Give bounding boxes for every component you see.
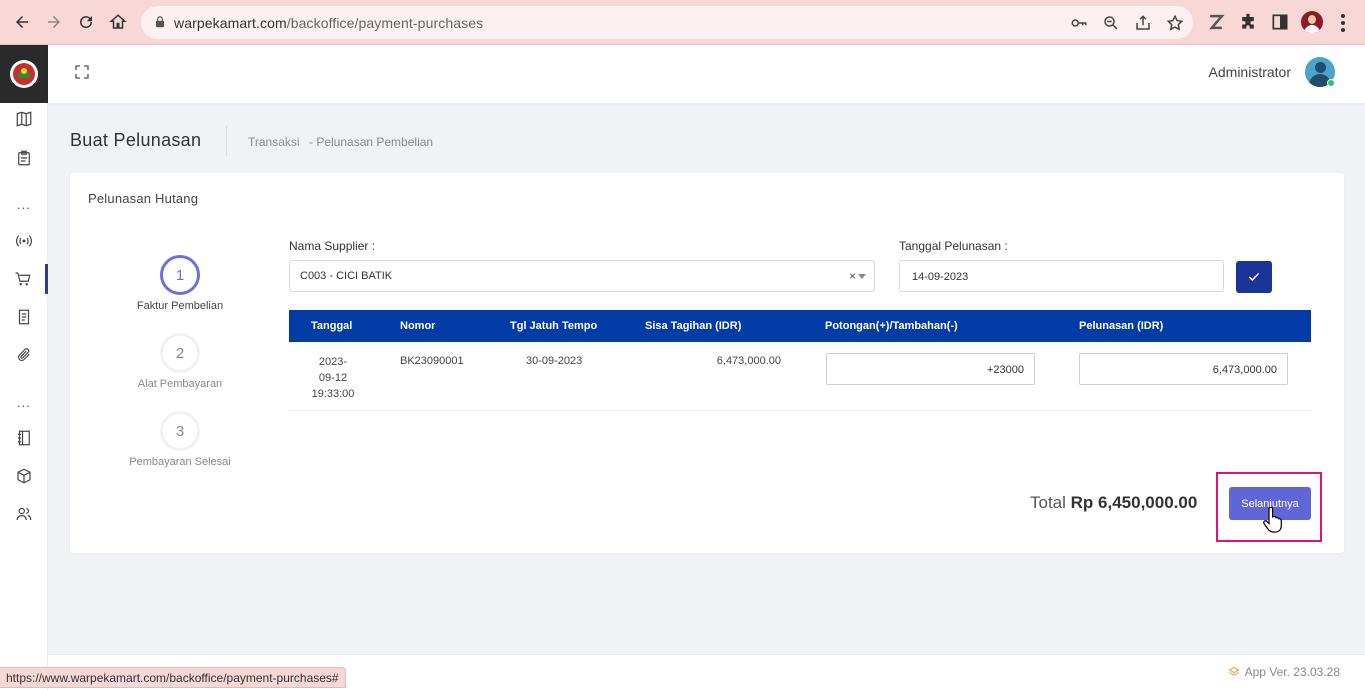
zoom-icon[interactable] bbox=[1102, 14, 1120, 32]
date-label: Tanggal Pelunasan : bbox=[899, 239, 1008, 253]
total-amount: Total Rp 6,450,000.00 bbox=[1030, 493, 1197, 513]
cell-tanggal-line-2: 09-12 bbox=[318, 372, 348, 384]
broadcast-icon bbox=[16, 235, 32, 247]
col-jatuh-tempo: Tgl Jatuh Tempo bbox=[510, 320, 598, 332]
sidebar-item-broadcast[interactable] bbox=[0, 226, 48, 256]
col-sisa-tagihan: Sisa Tagihan (IDR) bbox=[645, 320, 742, 332]
pelunasan-input[interactable]: 6,473,000.00 bbox=[1079, 353, 1288, 385]
check-icon bbox=[1248, 272, 1260, 281]
profile-avatar-icon[interactable] bbox=[1301, 11, 1323, 33]
payment-card: Pelunasan Hutang 1 Faktur Pembelian 2 Al… bbox=[70, 173, 1344, 553]
step-3-label: Pembayaran Selesai bbox=[129, 456, 231, 468]
online-status-dot bbox=[1327, 79, 1335, 87]
notebook-icon bbox=[18, 430, 30, 446]
package-icon bbox=[17, 468, 31, 484]
card-title: Pelunasan Hutang bbox=[88, 191, 199, 206]
address-bar[interactable]: warpekamart.com/backoffice/payment-purch… bbox=[141, 6, 1193, 39]
chevron-down-icon[interactable] bbox=[858, 274, 866, 279]
total-value: Rp 6,450,000.00 bbox=[1070, 493, 1198, 512]
col-tanggal: Tanggal bbox=[311, 320, 353, 332]
page-title: Buat Pelunasan bbox=[70, 130, 202, 150]
col-pelunasan: Pelunasan (IDR) bbox=[1079, 320, 1164, 332]
clear-icon[interactable]: × bbox=[849, 269, 856, 283]
sidebar-item-dashboard[interactable] bbox=[0, 104, 48, 134]
cart-icon bbox=[15, 272, 31, 286]
breadcrumb-transaksi[interactable]: Transaksi bbox=[248, 135, 300, 149]
col-potongan: Potongan(+)/Tambahan(-) bbox=[825, 320, 958, 332]
url-text: warpekamart.com/backoffice/payment-purch… bbox=[174, 15, 484, 31]
cell-jatuh-tempo: 30-09-2023 bbox=[526, 355, 583, 367]
sidebar-item-notebook[interactable] bbox=[0, 423, 48, 453]
layers-icon bbox=[1228, 666, 1240, 676]
hand-cursor-icon bbox=[1263, 507, 1282, 533]
users-icon bbox=[16, 507, 32, 521]
cell-tanggal-line-3: 19:33:00 bbox=[311, 388, 355, 400]
receipt-icon bbox=[18, 309, 30, 325]
status-bar-url: https://www.warpekamart.com/backoffice/p… bbox=[0, 667, 346, 688]
cell-tanggal-line-1: 2023- bbox=[318, 356, 348, 368]
forward-icon[interactable] bbox=[43, 11, 65, 33]
back-icon[interactable] bbox=[11, 11, 33, 33]
version-text: App Ver. 23.03.28 bbox=[1244, 665, 1340, 679]
zotero-extension-icon[interactable] bbox=[1206, 12, 1226, 32]
chrome-menu-icon[interactable] bbox=[1341, 14, 1345, 32]
share-icon[interactable] bbox=[1134, 14, 1152, 32]
step-2: 2 Alat Pembayaran bbox=[105, 333, 255, 390]
key-icon[interactable] bbox=[1070, 14, 1088, 32]
logo-icon bbox=[10, 60, 38, 88]
dashboard-icon bbox=[16, 111, 32, 127]
step-3-circle: 3 bbox=[160, 411, 200, 451]
step-3: 3 Pembayaran Selesai bbox=[105, 411, 255, 468]
cell-tanggal: 2023- 09-12 19:33:00 bbox=[289, 354, 377, 402]
step-2-label: Alat Pembayaran bbox=[137, 378, 223, 390]
app-header: Administrator bbox=[48, 45, 1365, 103]
sidebar-item-receipt[interactable] bbox=[0, 302, 48, 332]
sidebar-item-attachment[interactable] bbox=[0, 340, 48, 370]
total-label: Total bbox=[1030, 493, 1066, 512]
clipboard-icon bbox=[18, 150, 30, 166]
app-logo[interactable] bbox=[0, 45, 48, 103]
table-row: 2023- 09-12 19:33:00 BK23090001 30-09-20… bbox=[289, 342, 1311, 411]
col-nomor: Nomor bbox=[400, 320, 436, 332]
title-divider bbox=[226, 126, 227, 156]
step-1: 1 Faktur Pembelian bbox=[105, 255, 255, 312]
reload-icon[interactable] bbox=[75, 11, 97, 33]
side-panel-icon[interactable] bbox=[1270, 12, 1290, 32]
app-version: App Ver. 23.03.28 bbox=[1228, 665, 1340, 679]
sidebar-item-clipboard[interactable] bbox=[0, 143, 48, 173]
sidebar-item-users[interactable] bbox=[0, 499, 48, 529]
sidebar-item-package[interactable] bbox=[0, 461, 48, 491]
sidebar-section-dots-2: ... bbox=[17, 395, 31, 410]
extensions-puzzle-icon[interactable] bbox=[1238, 12, 1258, 32]
supplier-select[interactable]: C003 - CICI BATIK × bbox=[289, 260, 875, 292]
supplier-value: C003 - CICI BATIK bbox=[300, 270, 393, 282]
step-2-circle: 2 bbox=[160, 333, 200, 373]
browser-toolbar: warpekamart.com/backoffice/payment-purch… bbox=[0, 0, 1365, 45]
paperclip-icon bbox=[17, 348, 30, 362]
home-icon[interactable] bbox=[107, 11, 129, 33]
sidebar-section-dots: ... bbox=[17, 197, 31, 212]
table-header: Tanggal Nomor Tgl Jatuh Tempo Sisa Tagih… bbox=[289, 310, 1311, 342]
user-name[interactable]: Administrator bbox=[1209, 64, 1291, 80]
cell-sisa-tagihan: 6,473,000.00 bbox=[716, 355, 781, 367]
sidebar-item-cart[interactable] bbox=[0, 264, 48, 294]
fullscreen-icon[interactable] bbox=[74, 64, 90, 80]
breadcrumb-current: - Pelunasan Pembelian bbox=[309, 135, 434, 149]
step-1-label: Faktur Pembelian bbox=[136, 300, 224, 312]
cell-nomor: BK23090001 bbox=[400, 355, 464, 367]
confirm-button[interactable] bbox=[1236, 261, 1272, 293]
potongan-input[interactable]: +23000 bbox=[826, 353, 1035, 385]
sidebar: ... ... bbox=[0, 45, 48, 690]
lock-icon bbox=[155, 16, 165, 28]
step-1-circle: 1 bbox=[160, 255, 200, 295]
supplier-label: Nama Supplier : bbox=[289, 239, 376, 253]
bookmark-star-icon[interactable] bbox=[1166, 14, 1184, 32]
date-input[interactable]: 14-09-2023 bbox=[899, 260, 1224, 292]
